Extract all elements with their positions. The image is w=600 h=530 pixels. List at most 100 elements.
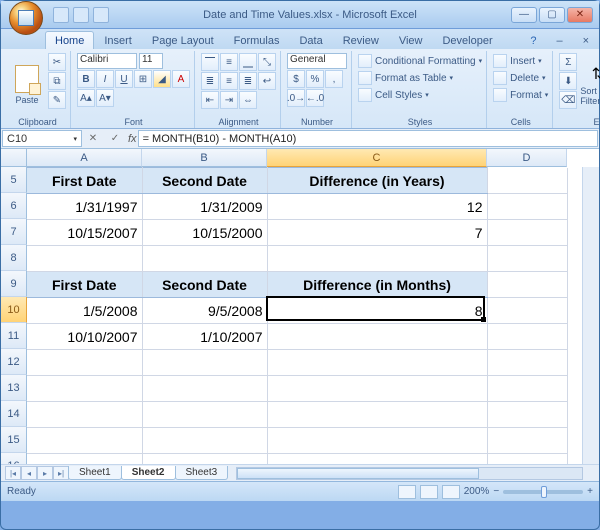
wrap-text-icon[interactable]: ↩ <box>258 72 276 90</box>
cell-styles-button[interactable]: Cell Styles▾ <box>358 87 482 103</box>
tab-page-layout[interactable]: Page Layout <box>142 31 224 49</box>
row-header-15[interactable]: 15 <box>1 427 27 453</box>
insert-cells-button[interactable]: Insert▾ <box>493 53 548 69</box>
tab-formulas[interactable]: Formulas <box>224 31 290 49</box>
vertical-scrollbar[interactable] <box>582 167 599 464</box>
cell[interactable] <box>142 402 267 428</box>
format-painter-icon[interactable]: ✎ <box>48 91 66 109</box>
minimize-button[interactable]: — <box>511 7 537 23</box>
cell[interactable] <box>267 454 487 465</box>
cell[interactable]: 1/31/2009 <box>142 194 267 220</box>
qat-redo-icon[interactable] <box>93 7 109 23</box>
cell[interactable] <box>487 350 567 376</box>
percent-icon[interactable]: % <box>306 70 324 88</box>
row-header-9[interactable]: 9 <box>1 271 27 297</box>
cell[interactable] <box>267 350 487 376</box>
row-header-8[interactable]: 8 <box>1 245 27 271</box>
delete-cells-button[interactable]: Delete▾ <box>493 70 548 86</box>
fill-color-icon[interactable]: ◢ <box>153 70 171 88</box>
increase-indent-icon[interactable]: ⇥ <box>220 91 238 109</box>
cell[interactable] <box>27 428 142 454</box>
cell[interactable] <box>487 220 567 246</box>
last-sheet-icon[interactable]: ▸| <box>53 466 69 480</box>
shrink-font-icon[interactable]: A▾ <box>96 89 114 107</box>
cell[interactable]: 10/10/2007 <box>27 324 142 350</box>
align-bottom-icon[interactable]: ⎽ <box>239 53 257 71</box>
sheet-tab-sheet2[interactable]: Sheet2 <box>121 466 176 480</box>
cell[interactable] <box>487 428 567 454</box>
name-box[interactable]: C10▾ <box>2 130 82 147</box>
row-header-14[interactable]: 14 <box>1 401 27 427</box>
tab-review[interactable]: Review <box>333 31 389 49</box>
clear-icon[interactable]: ⌫ <box>559 91 577 109</box>
align-right-icon[interactable]: ≣ <box>239 72 257 90</box>
row-header-5[interactable]: 5 <box>1 167 27 193</box>
column-header-c[interactable]: C <box>267 149 487 167</box>
column-header-a[interactable]: A <box>27 149 142 167</box>
bold-button[interactable]: B <box>77 70 95 88</box>
row-header-12[interactable]: 12 <box>1 349 27 375</box>
tab-home[interactable]: Home <box>45 31 94 49</box>
sort-filter-button[interactable]: ⇅ Sort & Filter <box>580 53 600 116</box>
cell[interactable] <box>267 402 487 428</box>
row-header-7[interactable]: 7 <box>1 219 27 245</box>
cells-area[interactable]: First DateSecond DateDifference (in Year… <box>27 167 582 464</box>
qat-undo-icon[interactable] <box>73 7 89 23</box>
cell[interactable] <box>267 324 487 350</box>
row-header-11[interactable]: 11 <box>1 323 27 349</box>
first-sheet-icon[interactable]: |◂ <box>5 466 21 480</box>
page-break-view-icon[interactable] <box>442 485 460 499</box>
decrease-indent-icon[interactable]: ⇤ <box>201 91 219 109</box>
next-sheet-icon[interactable]: ▸ <box>37 466 53 480</box>
cell[interactable] <box>487 324 567 350</box>
cut-icon[interactable]: ✂ <box>48 53 66 71</box>
cell[interactable] <box>142 428 267 454</box>
increase-decimal-icon[interactable]: .0→ <box>287 89 305 107</box>
cell[interactable] <box>27 246 142 272</box>
font-color-icon[interactable]: A <box>172 70 190 88</box>
cell[interactable] <box>487 298 567 324</box>
format-cells-button[interactable]: Format▾ <box>493 87 548 103</box>
fill-icon[interactable]: ⬇ <box>559 72 577 90</box>
copy-icon[interactable]: ⧉ <box>48 72 66 90</box>
row-header-10[interactable]: 10 <box>1 297 27 323</box>
cell[interactable] <box>27 454 142 465</box>
cell[interactable]: 10/15/2000 <box>142 220 267 246</box>
cell[interactable]: 1/10/2007 <box>142 324 267 350</box>
merge-center-icon[interactable]: ⇔ <box>239 91 257 109</box>
cell[interactable] <box>487 194 567 220</box>
select-all-corner[interactable] <box>1 149 27 167</box>
cell[interactable] <box>142 246 267 272</box>
border-icon[interactable]: ⊞ <box>134 70 152 88</box>
ribbon-close-icon[interactable]: × <box>573 31 599 49</box>
cancel-formula-icon[interactable]: ✕ <box>84 131 102 147</box>
cell[interactable] <box>142 376 267 402</box>
number-format-select[interactable]: General <box>287 53 347 69</box>
cell[interactable] <box>267 246 487 272</box>
qat-save-icon[interactable] <box>53 7 69 23</box>
cell[interactable]: Difference (in Months) <box>267 272 487 298</box>
paste-button[interactable]: Paste <box>9 53 45 116</box>
row-header-6[interactable]: 6 <box>1 193 27 219</box>
currency-icon[interactable]: $ <box>287 70 305 88</box>
enter-formula-icon[interactable]: ✓ <box>106 131 124 147</box>
tab-developer[interactable]: Developer <box>432 31 502 49</box>
cell[interactable] <box>267 376 487 402</box>
cell[interactable]: 10/15/2007 <box>27 220 142 246</box>
maximize-button[interactable]: ▢ <box>539 7 565 23</box>
cell[interactable]: 7 <box>267 220 487 246</box>
prev-sheet-icon[interactable]: ◂ <box>21 466 37 480</box>
cell[interactable] <box>142 454 267 465</box>
cell[interactable] <box>487 376 567 402</box>
sheet-tab-sheet1[interactable]: Sheet1 <box>68 466 122 480</box>
cell[interactable] <box>487 168 567 194</box>
zoom-out-button[interactable]: − <box>493 486 499 497</box>
office-button[interactable] <box>9 1 43 35</box>
decrease-decimal-icon[interactable]: ←.0 <box>306 89 324 107</box>
cell[interactable] <box>27 376 142 402</box>
align-top-icon[interactable]: ⎺ <box>201 53 219 71</box>
orientation-icon[interactable]: ⤡ <box>258 53 276 71</box>
tab-insert[interactable]: Insert <box>94 31 142 49</box>
page-layout-view-icon[interactable] <box>420 485 438 499</box>
tab-view[interactable]: View <box>389 31 433 49</box>
